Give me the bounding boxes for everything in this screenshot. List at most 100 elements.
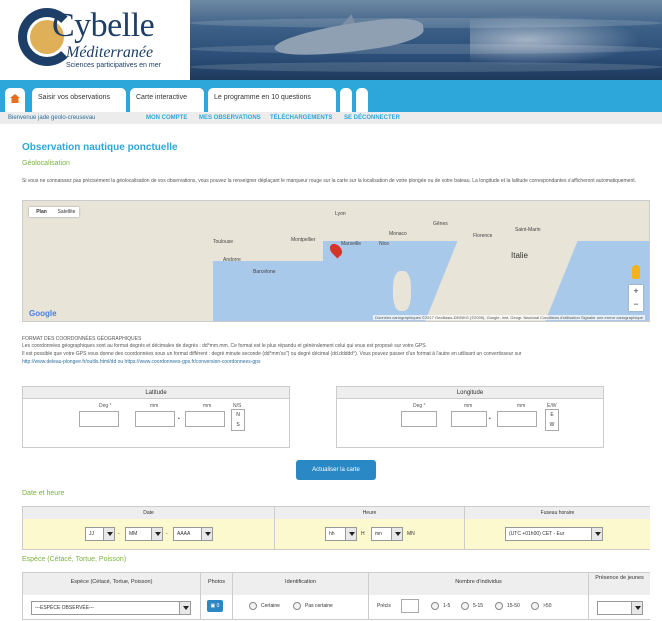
lat-deg-label: Deg °	[99, 403, 112, 409]
timezone-select[interactable]: (UTC +01h00) CET - Eur	[505, 527, 603, 541]
col-identification: Identification	[233, 573, 369, 595]
date-header: Date	[23, 507, 275, 519]
page-title: Observation nautique ponctuelle	[22, 142, 178, 153]
map-label: Nice	[379, 241, 390, 247]
map-zoom-control: + −	[629, 285, 643, 311]
zoom-out-button[interactable]: −	[629, 298, 643, 311]
hour-select[interactable]: hh	[325, 527, 357, 541]
lat-north-option[interactable]: N	[232, 410, 244, 420]
interactive-map[interactable]: Plan Satellite Toulouse Montpellier Marse…	[22, 200, 650, 322]
map-label: Monaco	[389, 231, 407, 237]
tab-programme[interactable]: Le programme en 10 questions	[208, 88, 336, 112]
map-copyright: Données cartographiques ©2017 GeoBasis-D…	[373, 315, 645, 320]
home-icon	[10, 94, 20, 103]
chevron-down-icon	[345, 528, 356, 540]
lon-minutes-input[interactable]	[451, 411, 487, 427]
lon-degrees-input[interactable]	[401, 411, 437, 427]
time-cell: hh H mn MN	[275, 519, 465, 549]
date-separator: -	[166, 531, 168, 537]
map-mode-plan[interactable]: Plan	[29, 207, 54, 217]
precise-count-input[interactable]	[401, 599, 419, 613]
month-select[interactable]: MM	[125, 527, 163, 541]
photo-count: 0	[216, 603, 220, 609]
decimal-separator: •	[489, 416, 491, 422]
chevron-down-icon	[151, 528, 162, 540]
range-radio[interactable]	[461, 602, 469, 610]
lat-hemisphere-select[interactable]: N S	[231, 409, 245, 431]
minute-select[interactable]: mn	[371, 527, 403, 541]
format-heading: FORMAT DES COORDONNÉES GÉOGRAPHIQUES	[22, 336, 142, 342]
ident-unsure-radio[interactable]	[293, 602, 301, 610]
day-select[interactable]: JJ	[85, 527, 115, 541]
map-land-italy	[424, 231, 582, 321]
map-land-corsica	[393, 271, 411, 311]
lat-degrees-input[interactable]	[79, 411, 119, 427]
hour-value: hh	[329, 531, 335, 537]
lat-minutes-input[interactable]	[135, 411, 175, 427]
site-logo[interactable]: Cybelle Méditerranée Sciences participat…	[8, 6, 188, 76]
range-radio[interactable]	[531, 602, 539, 610]
map-label: Lyon	[335, 211, 346, 217]
account-subnav: Bienvenue jade geolo-creusevau MON COMPT…	[0, 112, 662, 124]
update-map-button[interactable]: Actualiser la carte	[296, 460, 376, 480]
chevron-down-icon	[391, 528, 402, 540]
chevron-down-icon	[179, 602, 190, 614]
timezone-header: Fuseau horaire	[465, 507, 650, 519]
map-mode-satellite[interactable]: Satellite	[54, 207, 79, 217]
lon-mm-label: mm	[464, 403, 473, 409]
home-tab[interactable]	[5, 88, 25, 112]
minute-value: mn	[375, 531, 382, 537]
welcome-text: Bienvenue jade geolo-creusevau	[8, 115, 96, 121]
lon-hemisphere-select[interactable]: E W	[545, 409, 559, 431]
species-select[interactable]: ---ESPÈCE OBSERVÉE---	[31, 601, 191, 615]
tab-carte-interactive[interactable]: Carte interactive	[130, 88, 204, 112]
precise-label: Précis	[377, 603, 391, 609]
tab-saisir-observations[interactable]: Saisir vos observations	[32, 88, 126, 112]
ident-certain-radio[interactable]	[249, 602, 257, 610]
minute-suffix: MN	[407, 531, 415, 537]
young-select[interactable]	[597, 601, 643, 615]
link-mes-observations[interactable]: MES OBSERVATIONS	[199, 112, 261, 124]
logo-subtitle: Méditerranée	[66, 44, 154, 61]
col-young: Présence de jeunes	[589, 573, 650, 595]
link-deconnecter[interactable]: SE DÉCONNECTER	[344, 112, 400, 124]
datetime-heading: Date et heure	[22, 490, 65, 497]
format-converter-link[interactable]: http://www.deleau-plongee.fr/outils.html…	[22, 359, 642, 366]
lon-east-option[interactable]: E	[546, 410, 558, 420]
format-text-2: Il est possible que votre GPS vous donne…	[22, 351, 522, 357]
lat-south-option[interactable]: S	[232, 420, 244, 430]
google-logo: Google	[29, 309, 57, 318]
tab-extra-1[interactable]	[340, 88, 352, 112]
map-label: Florence	[473, 233, 493, 239]
lat-decimals-input[interactable]	[185, 411, 225, 427]
link-telechargements[interactable]: TÉLÉCHARGEMENTS	[270, 112, 332, 124]
zoom-in-button[interactable]: +	[629, 285, 643, 298]
range-label: 1-5	[443, 603, 451, 609]
logo-tagline: Sciences participatives en mer	[66, 62, 161, 69]
site-header: Cybelle Méditerranée Sciences participat…	[0, 0, 662, 80]
ident-certain-label: Certaine	[261, 603, 280, 609]
decimal-separator: •	[178, 416, 180, 422]
range-radio[interactable]	[431, 602, 439, 610]
lon-west-option[interactable]: W	[546, 420, 558, 430]
map-label: Saint-Marin	[515, 227, 541, 233]
range-label: >50	[543, 603, 552, 609]
range-radio[interactable]	[495, 602, 503, 610]
lon-decimals-input[interactable]	[497, 411, 537, 427]
year-select[interactable]: AAAA	[173, 527, 213, 541]
young-cell	[589, 595, 650, 619]
street-view-pegman-icon[interactable]	[632, 265, 640, 279]
link-mon-compte[interactable]: MON COMPTE	[146, 112, 187, 124]
format-text-1: Les coordonnées géographiques sont au fo…	[22, 343, 427, 349]
tab-extra-2[interactable]	[356, 88, 368, 112]
main-nav: Saisir vos observations Carte interactiv…	[0, 80, 662, 112]
range-label: 5-15	[473, 603, 484, 609]
header-banner-image	[190, 0, 662, 80]
lat-mm-label: mm	[150, 403, 159, 409]
geoloc-heading: Géolocalisation	[22, 160, 70, 167]
year-value: AAAA	[177, 531, 191, 537]
lon-mm2-label: mm	[517, 403, 526, 409]
add-photo-button[interactable]: ▣ 0	[207, 600, 223, 612]
map-label: Gênes	[433, 221, 448, 227]
longitude-header: Longitude	[337, 387, 603, 399]
